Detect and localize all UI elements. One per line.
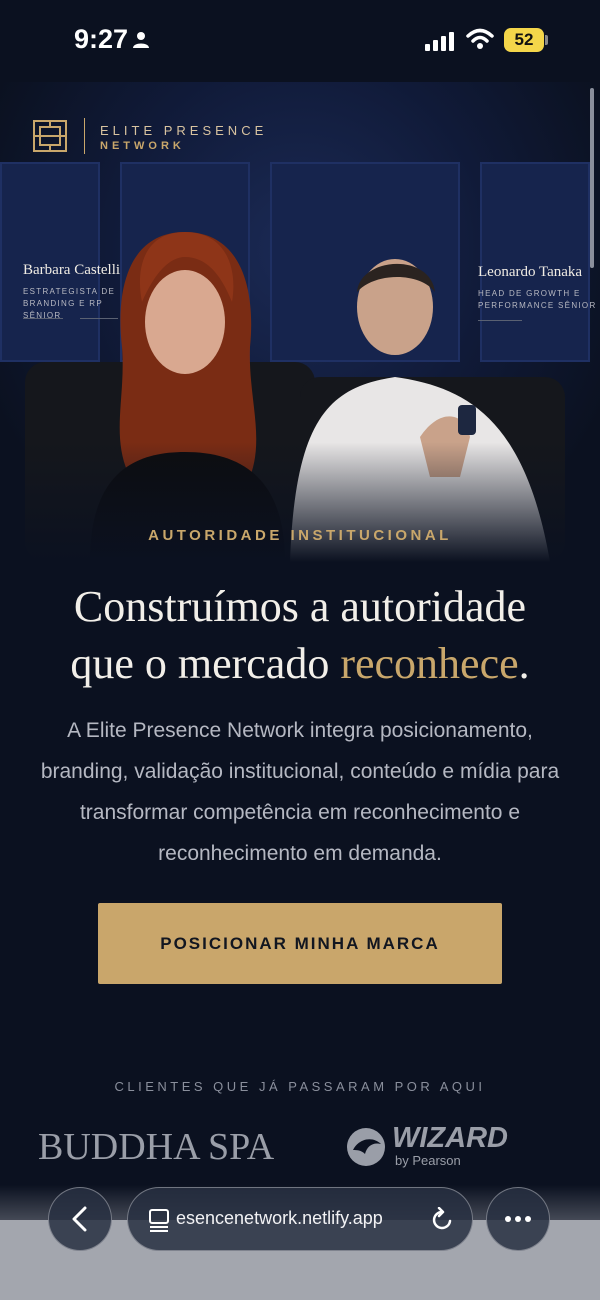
- back-button[interactable]: [48, 1187, 112, 1251]
- more-icon: [505, 1216, 531, 1222]
- wizard-logo-icon: [347, 1128, 385, 1166]
- status-time: 9:27: [74, 24, 129, 54]
- person-icon: [133, 32, 149, 48]
- address-bar[interactable]: esencenetwork.netlify.app: [127, 1187, 473, 1251]
- back-icon: [72, 1206, 87, 1232]
- person-name-barbara: Barbara Castelli: [23, 262, 121, 278]
- status-bar: 9:27 52: [0, 0, 600, 82]
- signal-icon: [425, 32, 454, 51]
- brand-subname: NETWORK: [100, 140, 185, 152]
- scrollbar[interactable]: [590, 88, 594, 268]
- brand-name: ELITE PRESENCE: [100, 123, 268, 138]
- client-logo-wizard-sub: by Pearson: [395, 1153, 461, 1168]
- person-role-barbara: ESTRATEGISTA DE BRANDING E RP SÊNIOR: [23, 286, 143, 322]
- headline-end: .: [518, 639, 530, 688]
- role-line: PERFORMANCE SÊNIOR: [478, 301, 597, 310]
- hero-headline: Construímos a autoridade que o mercado r…: [0, 578, 600, 692]
- client-logo-wizard: WIZARD: [392, 1122, 508, 1154]
- logo-icon: [33, 120, 67, 152]
- tabs-icon[interactable]: [148, 1208, 170, 1232]
- wifi-icon: [466, 28, 494, 49]
- clients-label: CLIENTES QUE JÁ PASSARAM POR AQUI: [114, 1079, 486, 1094]
- headline-accent: reconhece: [340, 639, 519, 688]
- reload-icon[interactable]: [430, 1207, 454, 1233]
- role-rule: [478, 320, 522, 321]
- hero-eyebrow: AUTORIDADE INSTITUCIONAL: [148, 527, 452, 544]
- headline-line1: Construímos a autoridade: [73, 582, 527, 631]
- client-logo-buddha-spa: BUDDHA SPA: [38, 1126, 275, 1168]
- person-role-leonardo: HEAD DE GROWTH E PERFORMANCE SÊNIOR: [478, 288, 598, 312]
- url-text[interactable]: esencenetwork.netlify.app: [176, 1208, 426, 1229]
- hero-fade: [0, 442, 600, 562]
- hero-image: [0, 82, 600, 562]
- role-rule: [80, 318, 118, 319]
- role-rule: [23, 318, 63, 319]
- battery-icon: 52: [504, 28, 544, 52]
- role-line: HEAD DE GROWTH E: [478, 289, 581, 298]
- headline-line2: que o mercado: [70, 639, 341, 688]
- hero-body: A Elite Presence Network integra posicio…: [40, 719, 560, 865]
- cta-button[interactable]: POSICIONAR MINHA MARCA: [98, 903, 502, 984]
- person-name-leonardo: Leonardo Tanaka: [478, 264, 583, 280]
- more-button[interactable]: [486, 1187, 550, 1251]
- logo-divider: [84, 118, 85, 154]
- battery-tip: [545, 35, 548, 45]
- role-line: ESTRATEGISTA DE: [23, 287, 116, 296]
